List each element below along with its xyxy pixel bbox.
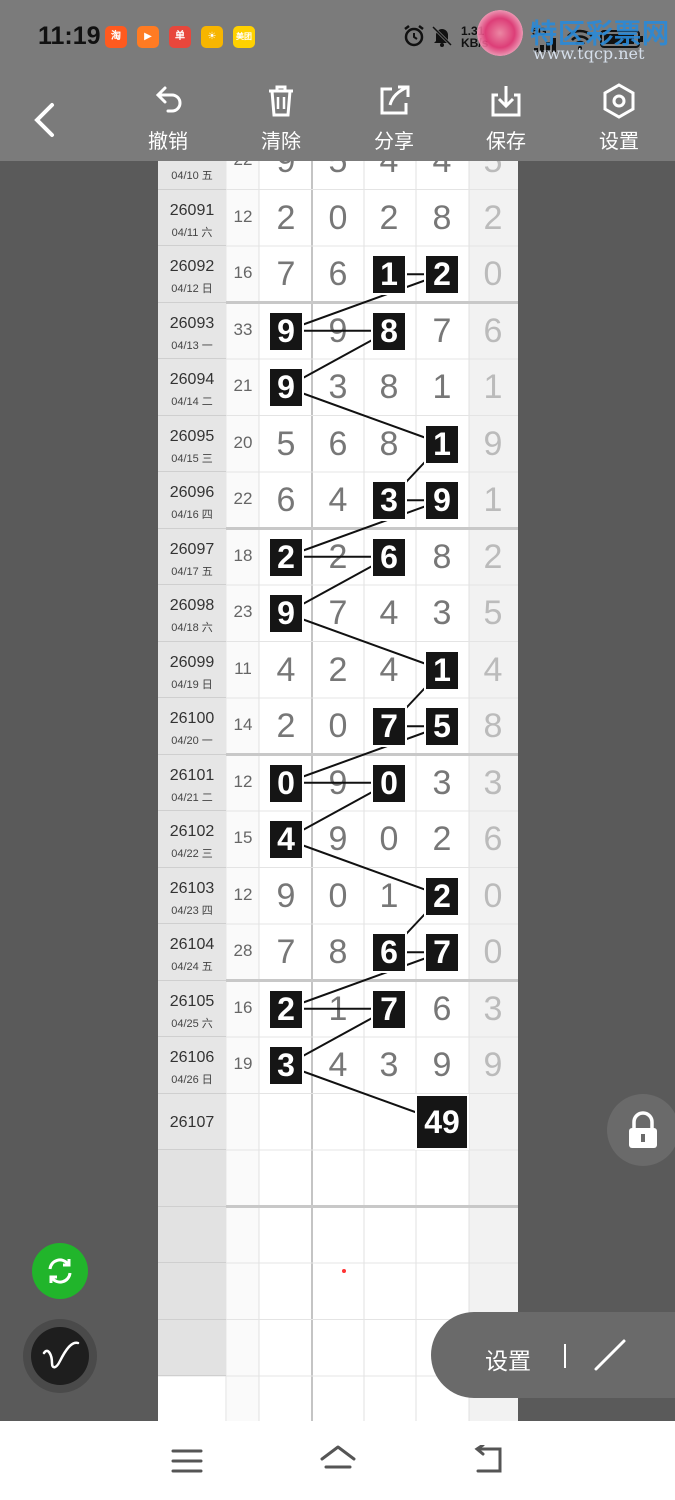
settings-hexagon-icon — [603, 83, 635, 119]
highlight-box: 6 — [371, 932, 407, 974]
prediction-box: 49 — [415, 1093, 469, 1150]
trash-icon — [269, 85, 293, 117]
highlight-box: 3 — [268, 1045, 304, 1087]
photo-app-icon: ☀ — [201, 26, 223, 48]
trend-line-segment — [285, 386, 443, 445]
status-bar: 11:19 淘 ▶ 单 ☀ 美团 1.31 KB/s 5G 特区彩票网 www.tqcp… — [0, 0, 675, 75]
status-time: 11:19 — [38, 22, 101, 50]
share-label: 分享 — [374, 131, 414, 153]
clear-button[interactable]: 清除 — [241, 75, 321, 161]
undo-button[interactable]: 撤销 — [128, 75, 208, 161]
highlight-box: 9 — [268, 310, 304, 352]
meituan-icon: 美团 — [233, 26, 255, 48]
floating-separator — [564, 1344, 566, 1368]
highlight-box: 9 — [268, 367, 304, 409]
line-tool-icon[interactable] — [590, 1335, 630, 1380]
undo-icon — [155, 86, 182, 113]
pen-tool-inner[interactable] — [31, 1327, 89, 1385]
floating-settings-label[interactable]: 设置 — [485, 1342, 531, 1376]
highlight-box: 1 — [424, 649, 460, 691]
highlight-box: 2 — [424, 875, 460, 917]
lock-icon — [629, 1111, 657, 1148]
alarm-icon — [402, 24, 426, 54]
home-icon[interactable] — [318, 1443, 358, 1480]
highlight-box: 3 — [371, 480, 407, 522]
save-button[interactable]: 保存 — [466, 75, 546, 161]
highlight-box: 9 — [424, 480, 460, 522]
highlight-box: 4 — [268, 819, 304, 861]
trend-line-segment — [285, 612, 443, 671]
lock-button[interactable] — [607, 1094, 675, 1166]
refresh-icon — [48, 1258, 72, 1284]
highlight-box: 7 — [371, 706, 407, 748]
trend-line-segment — [285, 273, 443, 332]
calendar-app-icon: 单 — [169, 26, 191, 48]
back-button[interactable] — [20, 95, 70, 145]
handwriting-stroke-icon — [42, 1341, 80, 1369]
sync-button[interactable] — [32, 1243, 88, 1299]
left-margin — [0, 161, 158, 1421]
download-icon — [491, 86, 521, 117]
highlight-box: 1 — [424, 423, 460, 465]
undo-label: 撤销 — [148, 131, 188, 153]
floating-settings-panel[interactable] — [431, 1312, 675, 1398]
trend-line-segment — [285, 499, 443, 558]
highlight-box: 2 — [268, 988, 304, 1030]
highlight-box: 7 — [371, 988, 407, 1030]
highlight-box: 2 — [424, 254, 460, 296]
chevron-left-icon — [34, 103, 54, 137]
highlight-box: 8 — [371, 310, 407, 352]
navigation-bar — [0, 1421, 675, 1500]
highlight-box: 5 — [424, 706, 460, 748]
highlight-box: 0 — [268, 762, 304, 804]
trend-line-segment — [285, 838, 443, 897]
video-app-icon: ▶ — [137, 26, 159, 48]
trend-chart-board[interactable]: 04/10 五 26091 04/11 六 26092 04/12 日 26093 04/1… — [158, 161, 518, 1421]
right-margin — [518, 161, 675, 1421]
settings-button[interactable]: 设置 — [579, 75, 659, 161]
trend-line-segment — [285, 951, 443, 1010]
mute-bell-icon — [430, 24, 454, 54]
taobao-icon: 淘 — [105, 26, 127, 48]
highlight-box: 0 — [371, 762, 407, 804]
clear-label: 清除 — [261, 131, 301, 153]
menu-icon[interactable] — [170, 1447, 204, 1480]
settings-label: 设置 — [599, 131, 639, 153]
trend-line-segment — [285, 725, 443, 784]
save-label: 保存 — [486, 131, 526, 153]
trend-lines — [285, 273, 443, 1123]
toolbar: 撤销 清除 分享 保存 设置 — [0, 75, 675, 161]
watermark-logo — [477, 10, 523, 56]
red-dot-marker — [342, 1269, 346, 1273]
back-nav-icon[interactable] — [470, 1443, 506, 1480]
highlight-box: 2 — [268, 536, 304, 578]
highlight-box: 6 — [371, 536, 407, 578]
highlight-box: 7 — [424, 932, 460, 974]
share-button[interactable]: 分享 — [354, 75, 434, 161]
watermark-url: www.tqcp.net — [533, 44, 645, 63]
highlight-box: 1 — [371, 254, 407, 296]
share-icon — [380, 85, 410, 115]
highlight-box: 9 — [268, 593, 304, 635]
